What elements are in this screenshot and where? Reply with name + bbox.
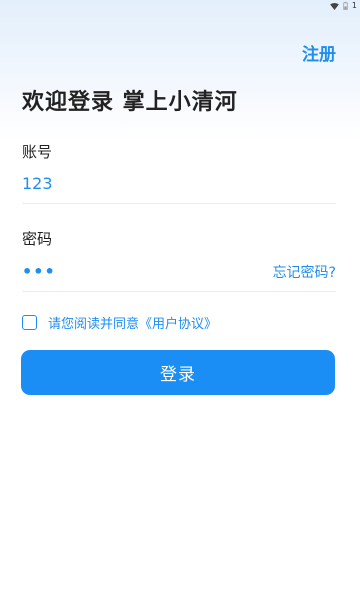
password-input[interactable]: ••• [22,252,273,292]
agree-checkbox[interactable] [22,315,37,330]
user-agreement-link[interactable]: 《用户协议》 [139,317,217,332]
login-button[interactable]: 登录 [21,350,335,395]
login-screen: 1 注册 欢迎登录 掌上小清河 账号 密码 ••• 忘记密码? 请您阅读并同意《… [0,0,360,600]
password-label: 密码 [22,230,53,248]
forgot-password-link[interactable]: 忘记密码? [273,262,336,282]
agreement-prefix: 请您阅读并同意 [48,317,140,332]
status-bar: 1 [0,0,360,12]
account-label: 账号 [22,143,53,161]
account-field-row [22,164,336,204]
agreement-row: 请您阅读并同意《用户协议》 [22,313,217,332]
password-field-row: ••• 忘记密码? [22,252,336,292]
battery-icon [343,2,348,10]
account-input[interactable] [22,164,336,203]
page-title: 欢迎登录 掌上小清河 [22,90,238,115]
status-time: 1 [351,1,357,10]
wifi-icon [330,2,339,10]
register-link[interactable]: 注册 [302,40,336,65]
agreement-text: 请您阅读并同意《用户协议》 [48,313,217,332]
